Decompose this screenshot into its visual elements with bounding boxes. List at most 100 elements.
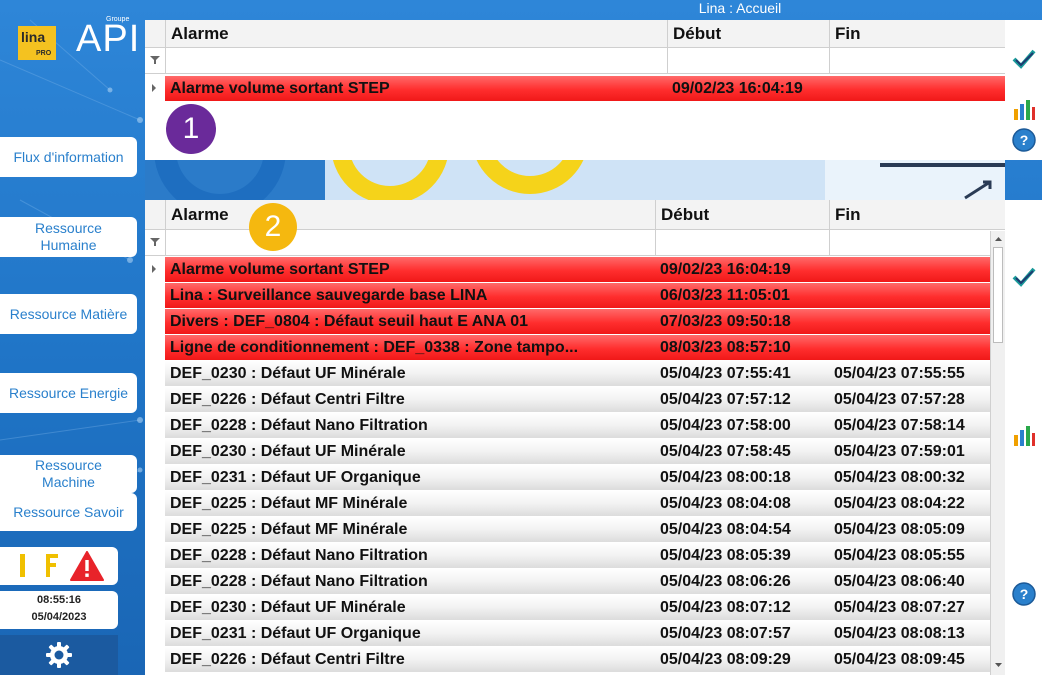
status-f-mid-stroke — [46, 563, 56, 567]
api-logo: lina PRO Groupe API — [14, 16, 144, 68]
alarm-start: 09/02/23 16:04:19 — [667, 76, 829, 102]
alarm-name: DEF_0231 : Défaut UF Organique — [165, 621, 655, 647]
table-row[interactable]: DEF_0225 : Défaut MF Minérale 05/04/23 08… — [145, 517, 990, 543]
alarm-name: Alarme volume sortant STEP — [165, 257, 655, 283]
table1-col-alarme[interactable]: Alarme — [165, 20, 667, 48]
filter-icon — [150, 238, 160, 246]
alarm-start: 08/03/23 08:57:10 — [655, 335, 829, 361]
sidebar-item-ressource-machine[interactable]: Ressource Machine — [0, 455, 137, 493]
lina-pro-label: PRO — [36, 50, 52, 57]
window-title: Lina : Accueil — [698, 0, 782, 16]
table-row[interactable]: Alarme volume sortant STEP 09/02/23 16:0… — [145, 76, 1005, 102]
alarm-end: 05/04/23 08:06:40 — [829, 569, 990, 595]
table-row[interactable]: DEF_0226 : Défaut Centri Filtre 05/04/23 … — [145, 647, 990, 673]
sidebar-item-ressource-savoir[interactable]: Ressource Savoir — [0, 493, 137, 531]
alarm-start: 05/04/23 08:06:26 — [655, 569, 829, 595]
status-indicator[interactable] — [0, 547, 118, 585]
alarm-end: 05/04/23 08:05:09 — [829, 517, 990, 543]
table-row[interactable]: DEF_0231 : Défaut UF Organique 05/04/23 0… — [145, 621, 990, 647]
bar-chart-icon[interactable] — [1011, 96, 1037, 122]
table2-filter-fin[interactable] — [829, 230, 990, 256]
svg-text:?: ? — [1020, 586, 1029, 602]
table-row[interactable]: DEF_0230 : Défaut UF Minérale 05/04/23 07… — [145, 361, 990, 387]
filter-icon — [150, 56, 160, 64]
table-row[interactable]: DEF_0230 : Défaut UF Minérale 05/04/23 08… — [145, 595, 990, 621]
callout-badge-2: 2 — [249, 203, 297, 251]
alarm-start: 07/03/23 09:50:18 — [655, 309, 829, 335]
table-row[interactable]: DEF_0225 : Défaut MF Minérale 05/04/23 08… — [145, 491, 990, 517]
alarm-end: 05/04/23 07:57:28 — [829, 387, 990, 413]
table-row[interactable]: DEF_0231 : Défaut UF Organique 05/04/23 0… — [145, 465, 990, 491]
table-row[interactable]: Alarme volume sortant STEP 09/02/23 16:04… — [145, 257, 990, 283]
table1-filter-alarme[interactable] — [165, 48, 667, 74]
alarm-end — [829, 257, 990, 283]
alarm-start: 05/04/23 07:57:12 — [655, 387, 829, 413]
alarm-end — [829, 283, 990, 309]
table2-col-alarme[interactable]: Alarme — [165, 200, 655, 230]
table2-scrollbar[interactable] — [990, 231, 1005, 675]
alarm-name: DEF_0228 : Défaut Nano Filtration — [165, 569, 655, 595]
table1-filter-row[interactable] — [145, 48, 1005, 74]
row-selector-icon — [152, 84, 156, 92]
alarm-name: Divers : DEF_0804 : Défaut seuil haut E … — [165, 309, 655, 335]
warning-icon — [70, 551, 104, 581]
table-row[interactable]: Lina : Surveillance sauvegarde base LINA… — [145, 283, 990, 309]
logo-api-text: API — [76, 18, 141, 60]
check-icon[interactable] — [1011, 46, 1037, 72]
alarm-name: Lina : Surveillance sauvegarde base LINA — [165, 283, 655, 309]
svg-text:?: ? — [1020, 132, 1029, 148]
alarm-end — [829, 335, 990, 361]
table2-col-debut[interactable]: Début — [655, 200, 829, 230]
scroll-thumb[interactable] — [993, 247, 1003, 343]
clock-date: 05/04/2023 — [31, 611, 87, 623]
help-icon[interactable]: ? — [1011, 581, 1037, 607]
table1-col-debut[interactable]: Début — [667, 20, 829, 48]
alarm-end: 05/04/23 08:05:55 — [829, 543, 990, 569]
table2-toolbar: ? — [1005, 200, 1042, 675]
table2-filter-debut[interactable] — [655, 230, 829, 256]
row-selector-icon — [152, 265, 156, 273]
alarm-name: Alarme volume sortant STEP — [165, 76, 667, 102]
table2-col-fin[interactable]: Fin — [829, 200, 991, 230]
table1-filter-fin[interactable] — [829, 48, 1005, 74]
table2-filter-alarme[interactable] — [165, 230, 655, 256]
alarm-name: DEF_0228 : Défaut Nano Filtration — [165, 413, 655, 439]
alarm-end: 05/04/23 08:08:13 — [829, 621, 990, 647]
table1-filter-debut[interactable] — [667, 48, 829, 74]
alarm-name: DEF_0225 : Défaut MF Minérale — [165, 491, 655, 517]
alarm-start: 05/04/23 08:04:54 — [655, 517, 829, 543]
decorative-shapes — [145, 160, 1005, 200]
bar-chart-icon[interactable] — [1011, 422, 1037, 448]
table-row[interactable]: DEF_0228 : Défaut Nano Filtration 05/04/2… — [145, 543, 990, 569]
settings-button[interactable] — [0, 635, 118, 675]
table1-col-fin[interactable]: Fin — [829, 20, 1005, 48]
table-row[interactable]: Divers : DEF_0804 : Défaut seuil haut E … — [145, 309, 990, 335]
alarm-end — [829, 309, 990, 335]
sidebar-item-ressource-humaine[interactable]: Ressource Humaine — [0, 217, 137, 257]
sidebar-item-ressource-energie[interactable]: Ressource Energie — [0, 373, 137, 413]
table-row[interactable]: Ligne de conditionnement : DEF_0338 : Zo… — [145, 335, 990, 361]
scroll-up-icon[interactable] — [992, 233, 1005, 245]
sidebar-item-flux-information[interactable]: Flux d'information — [0, 137, 137, 177]
alarm-start: 05/04/23 08:07:57 — [655, 621, 829, 647]
alarm-name: DEF_0231 : Défaut UF Organique — [165, 465, 655, 491]
table1-header: Alarme Début Fin — [145, 20, 1005, 48]
table-row[interactable]: DEF_0226 : Défaut Centri Filtre 05/04/23 … — [145, 387, 990, 413]
scroll-down-icon[interactable] — [992, 659, 1005, 671]
alarm-end: 05/04/23 08:09:45 — [829, 647, 990, 673]
alarm-end: 05/04/23 07:58:14 — [829, 413, 990, 439]
table-row[interactable]: DEF_0228 : Défaut Nano Filtration 05/04/2… — [145, 569, 990, 595]
sidebar-item-ressource-matiere[interactable]: Ressource Matière — [0, 294, 137, 334]
table-row[interactable]: DEF_0230 : Défaut UF Minérale 05/04/23 07… — [145, 439, 990, 465]
table-row[interactable]: DEF_0228 : Défaut Nano Filtration 05/04/2… — [145, 413, 990, 439]
callout-badge-1: 1 — [166, 104, 216, 154]
active-alarms-panel: Alarme Début Fin Alarme volume sortant S… — [145, 20, 1005, 160]
decorative-banner — [145, 160, 1005, 200]
clock: 08:55:16 05/04/2023 — [0, 591, 118, 629]
status-i-icon — [20, 554, 25, 577]
alarm-name: DEF_0225 : Défaut MF Minérale — [165, 517, 655, 543]
alarm-end: 05/04/23 08:04:22 — [829, 491, 990, 517]
alarm-name: DEF_0230 : Défaut UF Minérale — [165, 361, 655, 387]
check-icon[interactable] — [1011, 264, 1037, 290]
help-icon[interactable]: ? — [1011, 127, 1037, 153]
